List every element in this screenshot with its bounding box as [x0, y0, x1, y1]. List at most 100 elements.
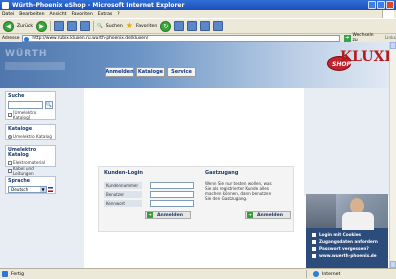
menu-favoriten[interactable]: Favoriten [71, 12, 92, 17]
left-sidebar: Suche 🔍 [Umelektro Katalog] Kataloge Ume… [0, 88, 84, 268]
status-bar: Fertig Internet [0, 268, 396, 279]
bullet-icon [312, 253, 316, 258]
folder-icon[interactable] [213, 21, 224, 31]
kundennummer-label: Kundennummer [104, 182, 142, 189]
promo-link-request[interactable]: Zugangsdaten anfordern [312, 239, 378, 244]
refresh-icon[interactable] [67, 21, 78, 31]
benutzer-label: Benutzer [104, 191, 142, 198]
menu-datei[interactable]: Datei [2, 12, 14, 17]
globe-icon [313, 271, 319, 277]
promo-link-website[interactable]: www.wuerth-phoenix.de [312, 253, 378, 258]
right-column: Login mit Cookies Zugangsdaten anfordern… [304, 88, 389, 268]
guest-submit-button[interactable]: ➜ Anmelden [245, 211, 291, 219]
promo-link-label: Passwort vergessen? [319, 246, 369, 251]
print-icon[interactable] [187, 21, 198, 31]
search-input[interactable] [8, 101, 43, 109]
category-kabel[interactable]: Kabel und Leitungen [13, 166, 53, 176]
security-zone: Internet [306, 270, 340, 278]
bullet-icon [312, 239, 316, 244]
kundennummer-row: Kundennummer [104, 182, 194, 189]
promo-link-label: Login mit Cookies [319, 232, 362, 237]
catalog-search-checkbox[interactable] [8, 113, 12, 117]
promo-link-cookies[interactable]: Login mit Cookies [312, 232, 378, 237]
login-submit-button[interactable]: ➜ Anmelden [145, 211, 191, 219]
favorites-star-icon[interactable]: ★ [126, 22, 133, 30]
zone-label: Internet [322, 271, 341, 277]
guest-arrow-icon: ➜ [247, 212, 253, 218]
catalog-title: Kataloge [8, 127, 33, 132]
toolbar-separator [93, 21, 95, 31]
home-icon[interactable] [80, 21, 91, 31]
main-area: Kunden-Login Kundennummer Benutzer Kennw… [84, 88, 304, 268]
kennwort-input[interactable] [150, 200, 194, 207]
address-bar: Adresse http://www.rubix.kluxen.ru.wurth… [0, 33, 396, 43]
promo-photo-person-body [342, 212, 374, 230]
kluxen-shop-logo: SHOP KLUXEN [326, 47, 389, 73]
favorites-label[interactable]: Favoriten [136, 24, 157, 29]
nav-tab-anmelden[interactable]: Anmelden [105, 67, 134, 77]
page-done-icon [2, 271, 8, 277]
go-arrow-icon: ➜ [343, 34, 351, 42]
minimize-button[interactable] [368, 1, 376, 9]
back-arrow-icon[interactable]: ◀ [3, 20, 14, 32]
promo-links: Login mit Cookies Zugangsdaten anfordern… [312, 232, 378, 260]
language-select[interactable]: Deutsch ▼ [8, 186, 47, 193]
catalog-radio[interactable] [8, 134, 12, 139]
category-elektromaterial[interactable]: Elektromaterial [13, 160, 45, 165]
kennwort-row: Kennwort [104, 200, 194, 207]
window-controls [368, 1, 394, 9]
menu-bar: Datei Bearbeiten Ansicht Favoriten Extra… [0, 10, 396, 18]
menu-ansicht[interactable]: Ansicht [50, 12, 67, 17]
close-button[interactable] [386, 1, 394, 9]
menu-help[interactable]: ? [117, 12, 119, 17]
guest-description: Wenn Sie nur testen wollen, was Sie als … [205, 181, 272, 201]
search-title: Suche [8, 94, 25, 99]
promo-link-label: www.wuerth-phoenix.de [319, 253, 377, 258]
page-content: WÜRTH Anmelden Kataloge Service SHOP KLU… [0, 42, 389, 268]
mail-icon[interactable] [174, 21, 185, 31]
language-title: Sprache [8, 179, 31, 184]
ie-app-icon [2, 1, 9, 9]
back-label[interactable]: Zurück [17, 24, 33, 29]
nav-tab-service[interactable]: Service [167, 67, 196, 77]
logo-wordmark: KLUXEN [340, 49, 389, 65]
window-title: Würth-Phoenix eShop - Microsoft Internet… [12, 1, 185, 9]
links-button[interactable]: Links [385, 36, 396, 41]
promo-panel: Login mit Cookies Zugangsdaten anfordern… [306, 194, 388, 268]
umelektro-box: Umelektro Katalog Elektromaterial Kabel … [5, 145, 56, 176]
customer-login-title: Kunden-Login [104, 170, 143, 176]
scroll-down-button[interactable] [390, 261, 396, 268]
login-submit-label: Anmelden [157, 212, 183, 218]
forward-arrow-icon[interactable]: ▶ [36, 20, 48, 32]
chevron-down-icon: ▼ [40, 187, 46, 192]
language-box: Sprache Deutsch ▼ [5, 176, 56, 194]
maximize-button[interactable] [377, 1, 385, 9]
category-checkbox[interactable] [8, 160, 12, 165]
nav-tab-kataloge[interactable]: Kataloge [136, 67, 165, 77]
umelektro-title: Umelektro Katalog [8, 148, 37, 158]
edit-icon[interactable] [200, 21, 211, 31]
search-label[interactable]: Suchen [106, 24, 123, 29]
language-value: Deutsch [11, 187, 29, 192]
catalog-option[interactable]: Umelektro Katalog [13, 134, 52, 139]
header-decoration [5, 62, 65, 70]
menu-extras[interactable]: Extras [98, 12, 113, 17]
window-titlebar: Würth-Phoenix eShop - Microsoft Internet… [0, 0, 396, 10]
kundennummer-input[interactable] [150, 182, 194, 189]
guest-title: Gastzugang [205, 170, 239, 176]
category-checkbox[interactable] [8, 169, 12, 173]
right-column-background [304, 88, 389, 196]
bullet-icon [312, 246, 316, 251]
promo-link-password[interactable]: Passwort vergessen? [312, 246, 378, 251]
address-input[interactable]: http://www.rubix.kluxen.ru.wurth-phoenix… [22, 34, 340, 42]
stop-icon[interactable] [54, 21, 65, 31]
vertical-scrollbar[interactable] [389, 42, 396, 268]
menu-bearbeiten[interactable]: Bearbeiten [19, 12, 44, 17]
history-icon[interactable]: ↻ [160, 20, 172, 32]
search-button[interactable]: 🔍 [45, 101, 53, 109]
scroll-up-button[interactable] [390, 42, 396, 49]
benutzer-input[interactable] [150, 191, 194, 198]
promo-photo-wall [306, 194, 336, 228]
search-icon[interactable]: 🔍 [97, 24, 103, 29]
kennwort-label: Kennwort [104, 200, 142, 207]
